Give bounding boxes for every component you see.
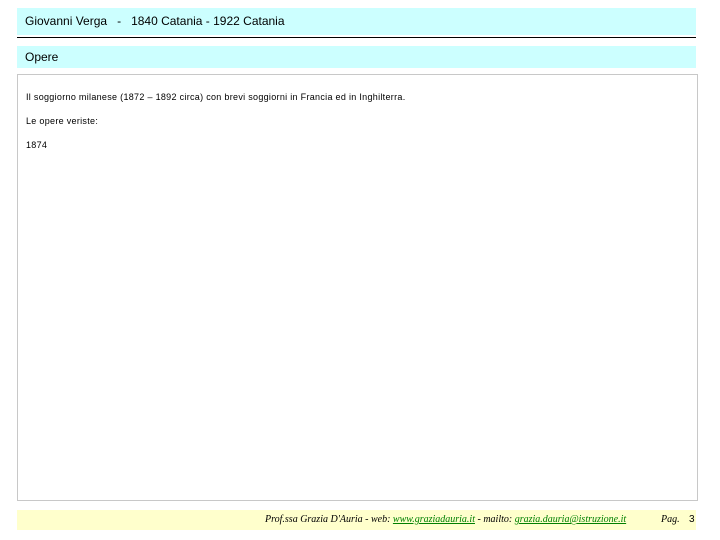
footer-separator: - bbox=[365, 514, 369, 525]
footer-mail-link[interactable]: grazia.dauria@istruzione.it bbox=[515, 514, 626, 525]
content-line-year: 1874 bbox=[26, 140, 48, 150]
section-title: Opere bbox=[25, 50, 59, 64]
footer-web-label: web: bbox=[370, 514, 391, 525]
footer-mail-label: mailto: bbox=[483, 514, 513, 525]
footer-separator-2: - bbox=[477, 514, 481, 525]
section-title-bar: Opere bbox=[17, 46, 696, 68]
slide-header: Giovanni Verga -1840 Catania - 1922 Catan… bbox=[17, 8, 696, 35]
footer-credits: Prof.ssa Grazia D'Auria - web: www.grazi… bbox=[265, 510, 626, 530]
header-divider bbox=[17, 37, 696, 38]
content-line-opere-veriste: Le opere veriste: bbox=[26, 116, 99, 126]
footer-author: Prof.ssa Grazia D'Auria bbox=[265, 514, 363, 525]
page-number: 3 bbox=[689, 514, 695, 525]
footer-web-link[interactable]: www.graziadauria.it bbox=[393, 514, 475, 525]
slide-footer: Prof.ssa Grazia D'Auria - web: www.grazi… bbox=[17, 510, 696, 530]
page-label: Pag. bbox=[661, 514, 680, 525]
author-name: Giovanni Verga bbox=[25, 14, 108, 28]
content-area: Il soggiorno milanese (1872 – 1892 circa… bbox=[17, 74, 698, 501]
content-line-soggiorno: Il soggiorno milanese (1872 – 1892 circa… bbox=[26, 92, 406, 102]
header-separator: - bbox=[117, 14, 122, 28]
author-dates: 1840 Catania - 1922 Catania bbox=[131, 14, 285, 28]
